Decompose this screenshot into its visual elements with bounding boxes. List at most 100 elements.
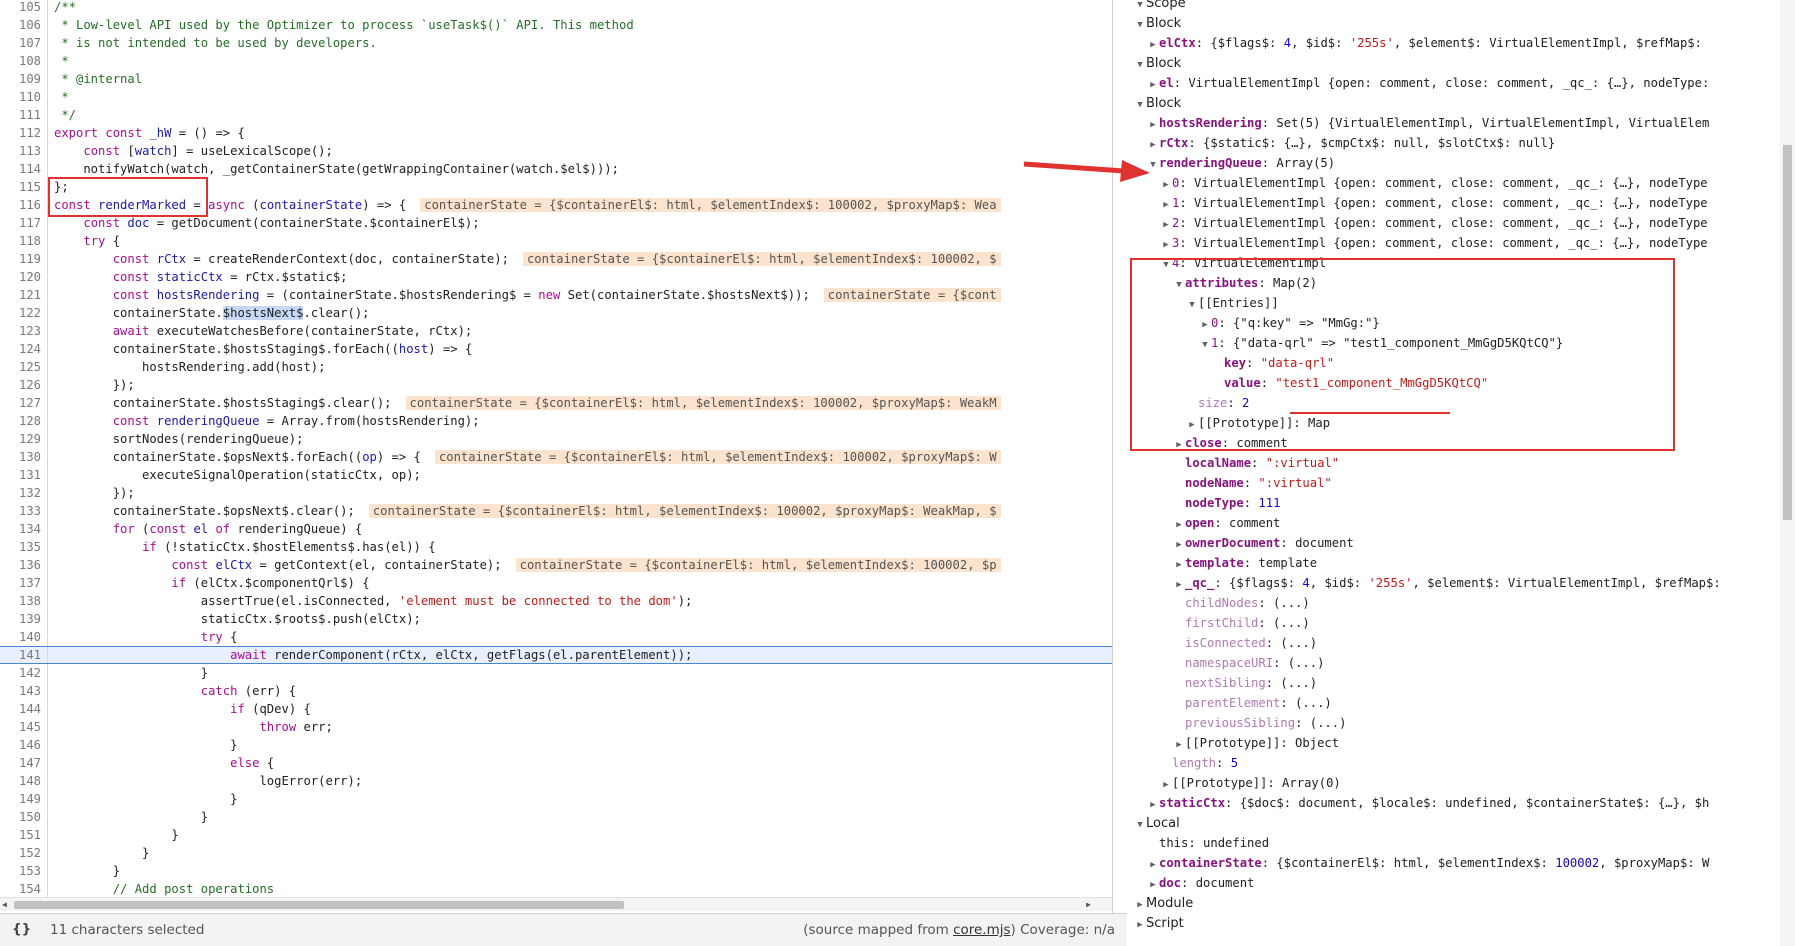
scope-row[interactable]: ▶ rCtx: {$static$: {…}, $cmpCtx$: null, $… — [1128, 133, 1795, 153]
source-map-link[interactable]: core.mjs — [953, 922, 1010, 938]
code-line[interactable]: 150 } — [0, 808, 1112, 826]
expanded-icon[interactable]: ▼ — [1134, 0, 1146, 13]
scope-row[interactable]: ▶ template: template — [1128, 553, 1795, 573]
line-number[interactable]: 154 — [0, 880, 48, 898]
scope-row[interactable]: childNodes: (...) — [1128, 593, 1795, 613]
scope-row[interactable]: ▶ 1: VirtualElementImpl {open: comment, c… — [1128, 193, 1795, 213]
line-number[interactable]: 114 — [0, 160, 48, 178]
line-number[interactable]: 112 — [0, 124, 48, 142]
line-number[interactable]: 128 — [0, 412, 48, 430]
editor-scroll-thumb[interactable] — [14, 901, 624, 909]
code-line[interactable]: 108 * — [0, 52, 1112, 70]
line-number[interactable]: 119 — [0, 250, 48, 268]
line-number[interactable]: 117 — [0, 214, 48, 232]
expanded-icon[interactable]: ▼ — [1134, 15, 1146, 33]
scope-row[interactable]: ▼ Block — [1128, 93, 1795, 113]
line-number[interactable]: 123 — [0, 322, 48, 340]
collapsed-icon[interactable]: ▶ — [1147, 875, 1159, 893]
collapsed-icon[interactable]: ▶ — [1147, 855, 1159, 873]
code-line[interactable]: 131 executeSignalOperation(staticCtx, op… — [0, 466, 1112, 484]
scope-row[interactable]: ▶ Module — [1128, 893, 1795, 913]
scope-pane[interactable]: ▼ Scope ▼ Block ▶ elCtx: {$flags$: 4, $id$: '… — [1128, 0, 1795, 946]
line-number[interactable]: 108 — [0, 52, 48, 70]
collapsed-icon[interactable]: ▶ — [1147, 115, 1159, 133]
scope-row[interactable]: nextSibling: (...) — [1128, 673, 1795, 693]
code-line[interactable]: 151 } — [0, 826, 1112, 844]
code-line[interactable]: 109 * @internal — [0, 70, 1112, 88]
code-line[interactable]: 129 sortNodes(renderingQueue); — [0, 430, 1112, 448]
collapsed-icon[interactable]: ▶ — [1160, 175, 1172, 193]
line-number[interactable]: 122 — [0, 304, 48, 322]
line-number[interactable]: 136 — [0, 556, 48, 574]
line-number[interactable]: 130 — [0, 448, 48, 466]
code-line[interactable]: 111 */ — [0, 106, 1112, 124]
code-line[interactable]: 147 else { — [0, 754, 1112, 772]
scope-row[interactable]: ▶ [[Prototype]]: Array(0) — [1128, 773, 1795, 793]
scope-row[interactable]: ▶ Script — [1128, 913, 1795, 933]
code-line[interactable]: 113 const [watch] = useLexicalScope(); — [0, 142, 1112, 160]
code-line[interactable]: 120 const staticCtx = rCtx.$static$; — [0, 268, 1112, 286]
code-line[interactable]: 148 logError(err); — [0, 772, 1112, 790]
scope-row[interactable]: ▼ Local — [1128, 813, 1795, 833]
code-line[interactable]: 119 const rCtx = createRenderContext(doc… — [0, 250, 1112, 268]
line-number[interactable]: 131 — [0, 466, 48, 484]
line-number[interactable]: 110 — [0, 88, 48, 106]
scope-row[interactable]: ▶ 3: VirtualElementImpl {open: comment, c… — [1128, 233, 1795, 253]
code-line[interactable]: 139 staticCtx.$roots$.push(elCtx); — [0, 610, 1112, 628]
code-line[interactable]: 124 containerState.$hostsStaging$.forEac… — [0, 340, 1112, 358]
line-number[interactable]: 129 — [0, 430, 48, 448]
scope-row[interactable]: ▶ 0: VirtualElementImpl {open: comment, c… — [1128, 173, 1795, 193]
scope-row[interactable]: ▶ hostsRendering: Set(5) {VirtualElementI… — [1128, 113, 1795, 133]
line-number[interactable]: 150 — [0, 808, 48, 826]
line-number[interactable]: 153 — [0, 862, 48, 880]
scope-scroll-thumb[interactable] — [1783, 145, 1792, 520]
scope-row[interactable]: ▼ Block — [1128, 13, 1795, 33]
scope-row[interactable]: ▼ Scope — [1128, 0, 1795, 13]
line-number[interactable]: 140 — [0, 628, 48, 646]
scope-row[interactable]: this: undefined — [1128, 833, 1795, 853]
scope-row[interactable]: ▶ open: comment — [1128, 513, 1795, 533]
collapsed-icon[interactable]: ▶ — [1173, 735, 1185, 753]
line-number[interactable]: 143 — [0, 682, 48, 700]
code-line[interactable]: 142 } — [0, 664, 1112, 682]
line-number[interactable]: 124 — [0, 340, 48, 358]
line-number[interactable]: 126 — [0, 376, 48, 394]
code-line[interactable]: 127 containerState.$hostsStaging$.clear(… — [0, 394, 1112, 412]
code-line[interactable]: 114 notifyWatch(watch, _getContainerStat… — [0, 160, 1112, 178]
line-number[interactable]: 132 — [0, 484, 48, 502]
code-line[interactable]: 146 } — [0, 736, 1112, 754]
code-line[interactable]: 112 export const _hW = () => { — [0, 124, 1112, 142]
pretty-print-button[interactable]: {} — [12, 921, 31, 937]
scope-row[interactable]: ▶ containerState: {$containerEl$: html, $… — [1128, 853, 1795, 873]
code-line[interactable]: 140 try { — [0, 628, 1112, 646]
line-number[interactable]: 116 — [0, 196, 48, 214]
line-number[interactable]: 142 — [0, 664, 48, 682]
line-number[interactable]: 147 — [0, 754, 48, 772]
collapsed-icon[interactable]: ▶ — [1147, 35, 1159, 53]
line-number[interactable]: 137 — [0, 574, 48, 592]
line-number[interactable]: 127 — [0, 394, 48, 412]
code-line[interactable]: 128 const renderingQueue = Array.from(ho… — [0, 412, 1112, 430]
collapsed-icon[interactable]: ▶ — [1134, 895, 1146, 913]
line-number[interactable]: 111 — [0, 106, 48, 124]
scroll-right-icon[interactable]: ▶ — [1086, 900, 1091, 909]
line-number[interactable]: 148 — [0, 772, 48, 790]
code-line[interactable]: 152 } — [0, 844, 1112, 862]
code-line[interactable]: 118 try { — [0, 232, 1112, 250]
collapsed-icon[interactable]: ▶ — [1173, 575, 1185, 593]
editor-vertical-scrollbar[interactable] — [1112, 0, 1113, 898]
line-number[interactable]: 145 — [0, 718, 48, 736]
scope-row[interactable]: previousSibling: (...) — [1128, 713, 1795, 733]
collapsed-icon[interactable]: ▶ — [1134, 915, 1146, 933]
code-line[interactable]: 132 }); — [0, 484, 1112, 502]
code-line[interactable]: 121 const hostsRendering = (containerSta… — [0, 286, 1112, 304]
code-line[interactable]: 125 hostsRendering.add(host); — [0, 358, 1112, 376]
line-number[interactable]: 115 — [0, 178, 48, 196]
line-number[interactable]: 151 — [0, 826, 48, 844]
code-line[interactable]: 134 for (const el of renderingQueue) { — [0, 520, 1112, 538]
collapsed-icon[interactable]: ▶ — [1147, 795, 1159, 813]
collapsed-icon[interactable]: ▶ — [1147, 75, 1159, 93]
line-number[interactable]: 141 — [0, 647, 48, 663]
code-line[interactable]: 133 containerState.$opsNext$.clear(); con… — [0, 502, 1112, 520]
collapsed-icon[interactable]: ▶ — [1160, 235, 1172, 253]
